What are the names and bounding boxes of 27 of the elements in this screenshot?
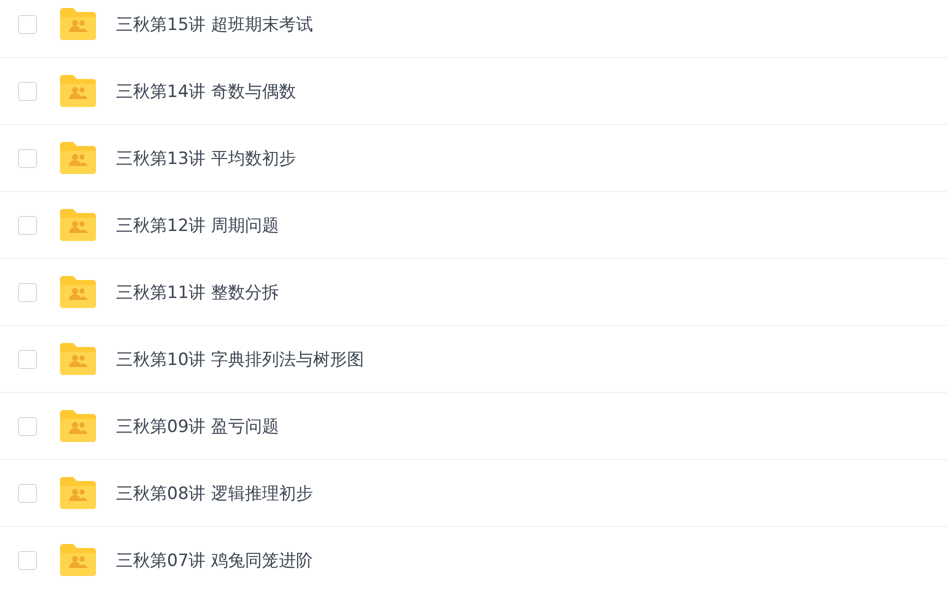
folder-name[interactable]: 三秋第14讲 奇数与偶数 — [116, 80, 296, 102]
checkbox[interactable] — [18, 550, 37, 570]
folder-name[interactable]: 三秋第12讲 周期问题 — [116, 214, 280, 236]
shared-folder-icon — [58, 342, 98, 376]
shared-folder-icon — [58, 409, 98, 443]
checkbox[interactable] — [18, 148, 37, 168]
shared-folder-icon — [58, 208, 98, 242]
folder-name[interactable]: 三秋第07讲 鸡兔同笼进阶 — [116, 548, 314, 572]
shared-folder-icon — [58, 74, 98, 108]
shared-folder-icon — [58, 141, 98, 175]
folder-name[interactable]: 三秋第11讲 整数分拆 — [116, 280, 280, 304]
folder-name[interactable]: 三秋第08讲 逻辑推理初步 — [116, 482, 314, 504]
shared-folder-icon — [58, 275, 98, 309]
folder-name[interactable]: 三秋第13讲 平均数初步 — [116, 146, 296, 170]
folder-name[interactable]: 三秋第10讲 字典排列法与树形图 — [116, 348, 364, 370]
checkbox[interactable] — [18, 282, 37, 302]
checkbox[interactable] — [18, 484, 37, 502]
checkbox[interactable] — [18, 416, 37, 436]
shared-folder-icon — [58, 7, 98, 41]
checkbox[interactable] — [18, 216, 37, 234]
shared-folder-icon — [58, 543, 98, 577]
checkbox[interactable] — [18, 82, 37, 100]
folder-name[interactable]: 三秋第09讲 盈亏问题 — [116, 414, 280, 438]
checkbox[interactable] — [18, 14, 37, 34]
shared-folder-icon — [58, 476, 98, 510]
folder-name[interactable]: 三秋第15讲 超班期末考试 — [116, 12, 314, 36]
checkbox[interactable] — [18, 350, 37, 368]
